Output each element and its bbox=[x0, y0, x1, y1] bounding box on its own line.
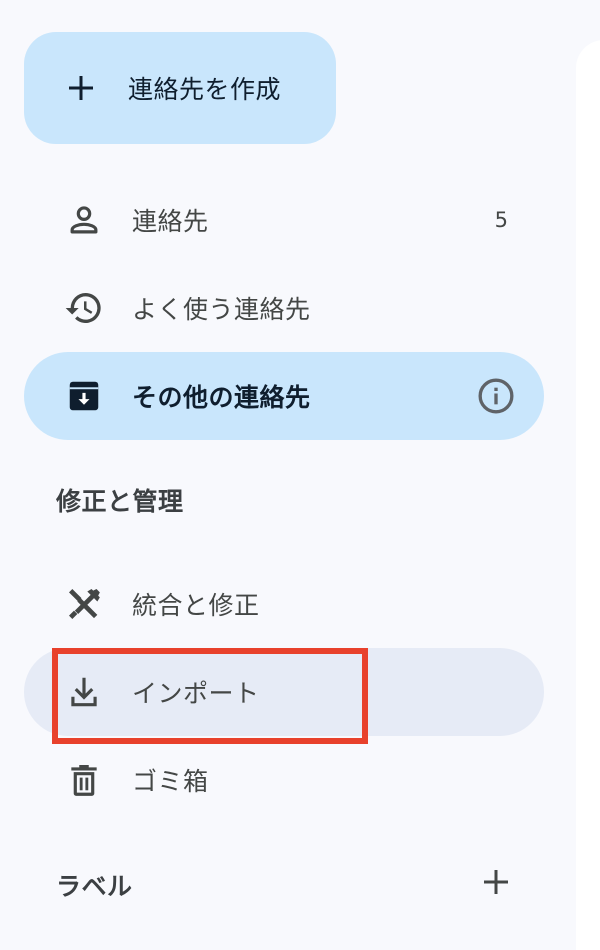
archive-download-icon bbox=[64, 376, 104, 416]
nav-item-contacts[interactable]: 連絡先 5 bbox=[24, 176, 544, 264]
nav-item-frequent[interactable]: よく使う連絡先 bbox=[24, 264, 544, 352]
plus-icon bbox=[62, 69, 100, 107]
create-contact-label: 連絡先を作成 bbox=[128, 75, 282, 104]
create-contact-button[interactable]: 連絡先を作成 bbox=[24, 32, 336, 144]
section-header-fix-manage: 修正と管理 bbox=[56, 487, 184, 516]
main-content-panel bbox=[576, 40, 600, 950]
contacts-count: 5 bbox=[494, 208, 508, 232]
nav-item-label: インポート bbox=[132, 679, 260, 708]
nav-item-other-contacts[interactable]: その他の連絡先 bbox=[24, 352, 544, 440]
nav-item-label: 連絡先 bbox=[132, 207, 209, 236]
section-header-labels: ラベル bbox=[56, 872, 133, 901]
nav-item-label: ゴミ箱 bbox=[132, 767, 209, 796]
info-icon[interactable] bbox=[474, 374, 518, 418]
plus-icon bbox=[478, 864, 514, 904]
nav-item-merge-fix[interactable]: 統合と修正 bbox=[24, 560, 544, 648]
nav-item-import[interactable]: インポート bbox=[24, 648, 544, 736]
add-label-button[interactable] bbox=[474, 862, 518, 906]
trash-icon bbox=[64, 760, 104, 800]
person-icon bbox=[64, 200, 104, 240]
history-icon bbox=[64, 288, 104, 328]
download-icon bbox=[64, 672, 104, 712]
nav-item-trash[interactable]: ゴミ箱 bbox=[24, 736, 544, 824]
tools-icon bbox=[64, 584, 104, 624]
nav-item-label: 統合と修正 bbox=[132, 591, 260, 620]
nav-item-label: その他の連絡先 bbox=[132, 383, 311, 412]
contacts-sidebar-page: 連絡先を作成 連絡先 5 よく使う連絡先 その他の連絡先 修正と管理 統合と修正… bbox=[0, 0, 600, 950]
nav-item-label: よく使う連絡先 bbox=[132, 295, 311, 324]
